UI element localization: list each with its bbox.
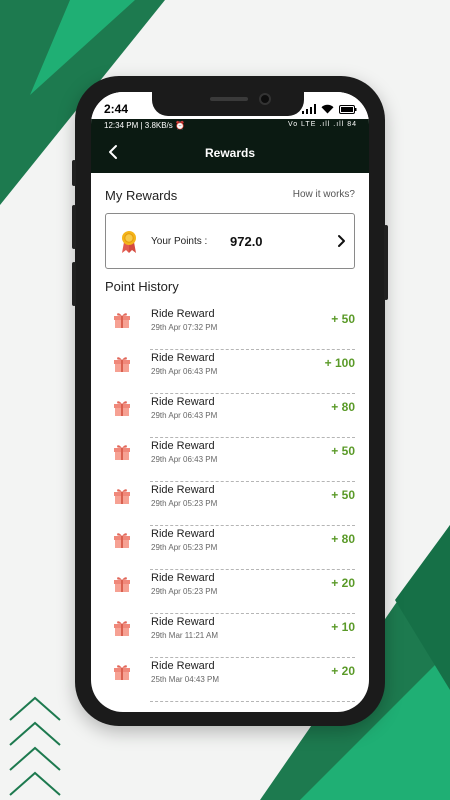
item-title: Ride Reward <box>151 440 215 452</box>
gift-icon <box>114 357 130 372</box>
phone-screen: 2:44 12:34 PM | 3.8KB/s ⏰ Vo LTE .ıll .ı… <box>91 92 369 712</box>
item-title: Ride Reward <box>151 484 215 496</box>
item-amount: + 50 <box>331 444 355 458</box>
page-title: Rewards <box>204 146 256 160</box>
gift-icon <box>114 445 130 460</box>
item-amount: + 20 <box>331 576 355 590</box>
gift-icon <box>114 665 130 680</box>
item-date: 25th Mar 04:43 PM <box>151 675 220 684</box>
app-status-right: Vo LTE .ıll .ıll 84 <box>287 121 357 128</box>
phone-volume-up <box>72 205 76 249</box>
phone-side-button <box>72 160 76 186</box>
chevron-right-icon <box>338 235 345 247</box>
item-amount: + 20 <box>331 664 355 678</box>
points-label: Your Points : <box>151 236 208 247</box>
my-rewards-title: My Rewards <box>105 188 178 203</box>
item-title: Ride Reward <box>151 528 215 540</box>
item-title: Ride Reward <box>151 352 215 364</box>
point-history-list: Ride Reward 29th Apr 07:32 PM + 50 Ride … <box>105 306 355 702</box>
item-amount: + 100 <box>324 356 355 370</box>
item-title: Ride Reward <box>151 396 215 408</box>
os-time: 2:44 <box>104 102 129 116</box>
chevrons-decoration <box>9 696 61 796</box>
app-status-bar: 12:34 PM | 3.8KB/s ⏰ Vo LTE .ıll .ıll 84 <box>91 119 369 133</box>
list-item[interactable]: Ride Reward 29th Apr 05:23 PM + 20 <box>105 570 355 614</box>
phone-power-button <box>384 225 388 300</box>
battery-icon <box>339 104 357 114</box>
item-date: 29th Apr 07:32 PM <box>151 323 218 332</box>
item-title: Ride Reward <box>151 660 215 672</box>
wifi-icon <box>321 104 334 114</box>
item-date: 29th Apr 06:43 PM <box>151 455 218 464</box>
medal-icon <box>122 231 136 253</box>
item-date: 29th Apr 05:23 PM <box>151 543 218 552</box>
item-amount: + 50 <box>331 312 355 326</box>
list-item[interactable]: Ride Reward 29th Apr 05:23 PM + 80 <box>105 526 355 570</box>
list-item[interactable]: Ride Reward 25th Mar 04:43 PM + 20 <box>105 658 355 702</box>
notch <box>152 92 304 116</box>
item-date: 29th Mar 11:21 AM <box>151 631 218 640</box>
item-amount: + 10 <box>331 620 355 634</box>
item-amount: + 80 <box>331 400 355 414</box>
item-date: 29th Apr 05:23 PM <box>151 587 218 596</box>
item-date: 29th Apr 06:43 PM <box>151 367 218 376</box>
points-card[interactable]: Your Points : 972.0 <box>105 213 355 269</box>
app-status-left: 12:34 PM | 3.8KB/s ⏰ <box>104 121 185 130</box>
gift-icon <box>114 577 130 592</box>
gift-icon <box>114 313 130 328</box>
item-amount: + 50 <box>331 488 355 502</box>
item-title: Ride Reward <box>151 308 215 320</box>
phone-volume-down <box>72 262 76 306</box>
list-item[interactable]: Ride Reward 29th Apr 06:43 PM + 100 <box>105 350 355 394</box>
list-item[interactable]: Ride Reward 29th Mar 11:21 AM + 10 <box>105 614 355 658</box>
signal-icon <box>302 104 316 114</box>
camera <box>259 93 271 105</box>
gift-icon <box>114 533 130 548</box>
item-amount: + 80 <box>331 532 355 546</box>
gift-icon <box>114 401 130 416</box>
points-value: 972.0 <box>230 234 263 249</box>
item-title: Ride Reward <box>151 616 215 628</box>
app-header: Rewards <box>91 133 369 173</box>
gift-icon <box>114 621 130 636</box>
item-date: 29th Apr 05:23 PM <box>151 499 218 508</box>
gift-icon <box>114 489 130 504</box>
item-title: Ride Reward <box>151 572 215 584</box>
point-history-title: Point History <box>105 279 179 294</box>
list-item[interactable]: Ride Reward 29th Apr 07:32 PM + 50 <box>105 306 355 350</box>
divider <box>150 701 355 702</box>
list-item[interactable]: Ride Reward 29th Apr 05:23 PM + 50 <box>105 482 355 526</box>
os-status-icons <box>302 104 357 114</box>
item-date: 29th Apr 06:43 PM <box>151 411 218 420</box>
speaker <box>210 97 248 101</box>
os-status-bar: 2:44 <box>91 92 369 119</box>
list-item[interactable]: Ride Reward 29th Apr 06:43 PM + 80 <box>105 394 355 438</box>
list-item[interactable]: Ride Reward 29th Apr 06:43 PM + 50 <box>105 438 355 482</box>
how-it-works-link[interactable]: How it works? <box>293 189 355 200</box>
